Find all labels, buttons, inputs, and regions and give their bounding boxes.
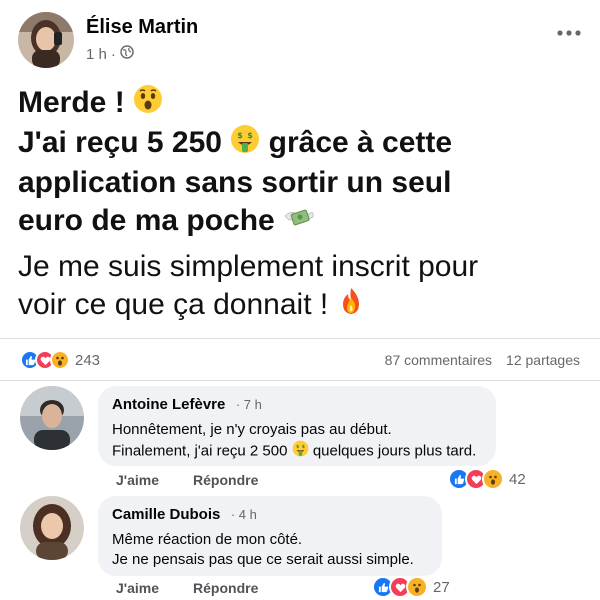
- post-text-segment: J'ai reçu 5 250: [18, 126, 222, 160]
- reply-comment-button[interactable]: Répondre: [193, 580, 258, 596]
- comment-text-segment: Finalement, j'ai reçu 2 500: [112, 442, 288, 460]
- comment-bubble: Camille Dubois · 4 h Même réaction de mo…: [98, 496, 442, 576]
- comment-reactions[interactable]: 27: [372, 576, 450, 598]
- svg-text:$: $: [296, 444, 299, 450]
- reactions-bar: 243 87 commentaires 12 partages: [20, 346, 580, 374]
- post-text-line: euro de ma poche: [18, 202, 584, 242]
- post-meta: 1 h ·: [86, 45, 134, 63]
- comment-text-line: Honnêtement, je n'y croyais pas au début…: [112, 421, 392, 438]
- wow-reaction-icon: [482, 468, 504, 490]
- post-text-line: Merde !: [18, 84, 584, 124]
- like-comment-button[interactable]: J'aime: [116, 580, 159, 596]
- comment-text: Même réaction de mon côté. Je ne pensais…: [112, 530, 428, 570]
- surprised-emoji-icon: [133, 84, 163, 124]
- like-comment-button[interactable]: J'aime: [116, 472, 159, 488]
- post-body: Merde ! J'ai reçu 5 250 $ $ grâce à cett…: [18, 84, 584, 326]
- comment-bubble: Antoine Lefèvre · 7 h Honnêtement, je n'…: [98, 386, 496, 466]
- wow-reaction-icon: [50, 350, 70, 370]
- post-text-segment: Merde !: [18, 86, 125, 119]
- commenter-avatar[interactable]: [20, 386, 84, 450]
- divider: [0, 338, 600, 339]
- globe-icon: [120, 45, 134, 63]
- comment-time-value: 7 h: [243, 397, 262, 412]
- more-dots-icon[interactable]: [556, 20, 582, 43]
- svg-text:$: $: [248, 131, 254, 140]
- comment-time-value: 4 h: [238, 507, 257, 522]
- comment-reactions[interactable]: 42: [448, 468, 526, 490]
- reply-comment-button[interactable]: Répondre: [193, 472, 258, 488]
- author-name[interactable]: Élise Martin: [86, 16, 198, 39]
- fire-emoji-icon: [337, 286, 365, 326]
- post-text-segment: voir ce que ça donnait !: [18, 288, 329, 322]
- money-mouth-emoji-icon: $ $: [292, 440, 309, 463]
- meta-separator: ·: [110, 45, 116, 63]
- reactions-count[interactable]: 243: [75, 352, 100, 369]
- post-time[interactable]: 1 h: [86, 46, 107, 63]
- wow-reaction-icon: [406, 576, 428, 598]
- post-text-segment: Je me suis simplement inscrit pour: [18, 250, 479, 284]
- comment-author[interactable]: Camille Dubois: [112, 506, 220, 523]
- comment-header: Antoine Lefèvre · 7 h: [112, 396, 482, 414]
- comment-actions: J'aime Répondre: [116, 580, 258, 596]
- comment-text-segment: quelques jours plus tard.: [312, 442, 477, 460]
- comment-text: Honnêtement, je n'y croyais pas au début…: [112, 420, 482, 463]
- post-text-line: application sans sortir un seul: [18, 166, 452, 200]
- comment-header: Camille Dubois · 4 h: [112, 506, 428, 524]
- flying-money-emoji-icon: [283, 202, 315, 242]
- post-text-segment: euro de ma poche: [18, 204, 275, 238]
- post-text-line: J'ai reçu 5 250 $ $ grâce à cette: [18, 124, 584, 164]
- comment-time: · 4 h: [230, 507, 257, 522]
- svg-text:$: $: [301, 444, 304, 450]
- post-text-line: voir ce que ça donnait !: [18, 286, 584, 326]
- comments-count[interactable]: 87 commentaires: [385, 352, 492, 368]
- comment-reactions-count: 42: [509, 470, 526, 488]
- comment-actions: J'aime Répondre: [116, 472, 258, 488]
- comment-author[interactable]: Antoine Lefèvre: [112, 396, 225, 413]
- comment-time: · 7 h: [235, 397, 262, 412]
- post-text-segment: grâce à cette: [268, 126, 453, 160]
- post-header: Élise Martin 1 h ·: [18, 12, 582, 68]
- comment-text-line: Finalement, j'ai reçu 2 500 $ $ quelques…: [112, 440, 482, 463]
- shares-count[interactable]: 12 partages: [506, 352, 580, 368]
- money-mouth-emoji-icon: $ $: [230, 124, 260, 164]
- post-counts: 87 commentaires 12 partages: [385, 352, 580, 368]
- commenter-avatar[interactable]: [20, 496, 84, 560]
- svg-text:$: $: [238, 131, 244, 140]
- comment-text-line: Je ne pensais pas que ce serait aussi si…: [112, 551, 414, 568]
- reaction-icons[interactable]: [20, 350, 70, 370]
- comment-text-line: Même réaction de mon côté.: [112, 531, 303, 548]
- post-text-line: Je me suis simplement inscrit pour: [18, 248, 584, 286]
- divider: [0, 380, 600, 381]
- author-avatar[interactable]: [18, 12, 74, 68]
- comment-reactions-count: 27: [433, 578, 450, 596]
